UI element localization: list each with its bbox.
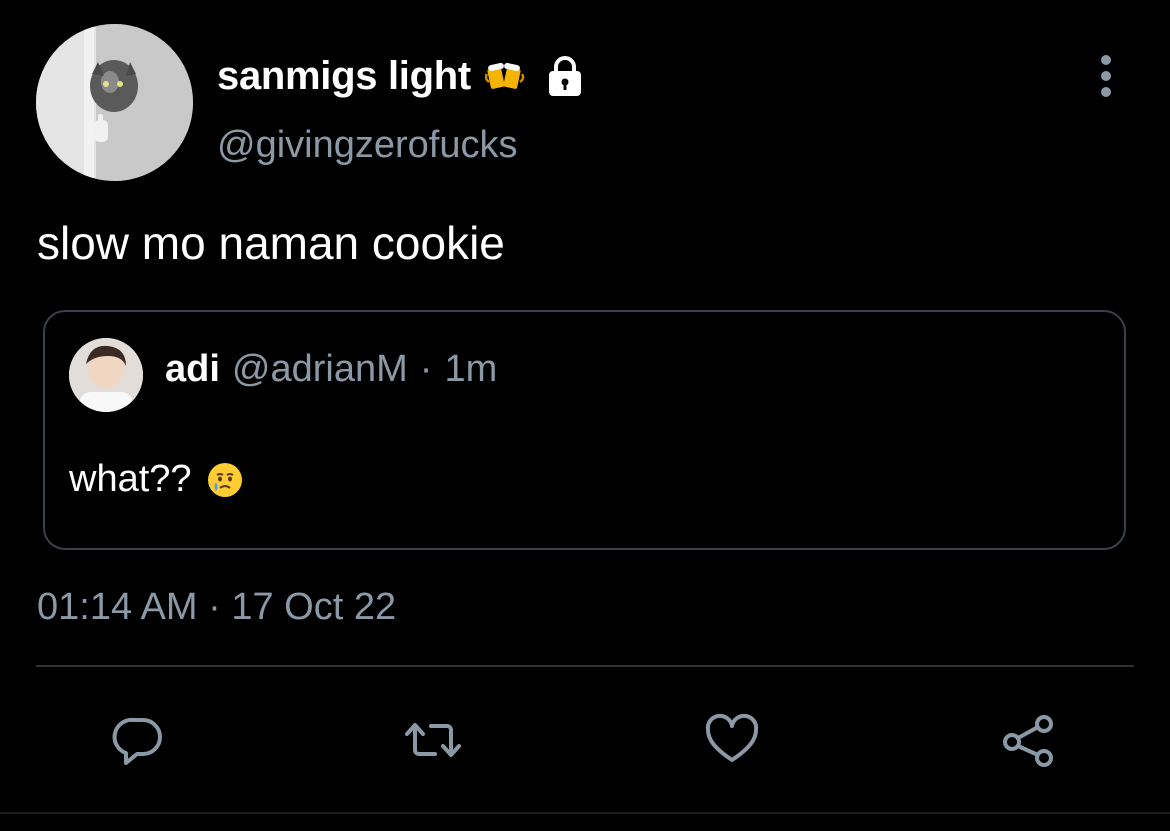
reply-button[interactable] [110, 712, 166, 768]
quoted-author-avatar[interactable] [69, 338, 143, 412]
tweet-timestamp[interactable]: 01:14 AM · 17 Oct 22 [37, 586, 396, 629]
quoted-tweet-time: 1m [444, 348, 498, 390]
lock-icon [543, 54, 587, 98]
author-handle[interactable]: @givingzerofucks [217, 124, 517, 167]
author-avatar[interactable] [36, 24, 193, 181]
like-button[interactable] [704, 712, 760, 768]
divider [36, 665, 1134, 667]
heart-icon [705, 713, 759, 762]
quoted-tweet-body: what?? [69, 458, 244, 501]
quoted-separator: · [419, 348, 433, 390]
quoted-tweet-text: what?? [69, 458, 192, 500]
face-holding-back-tears-emoji [206, 461, 244, 499]
retweet-icon [405, 723, 461, 757]
more-options-icon[interactable] [1094, 54, 1118, 98]
beer-mugs-emoji [484, 56, 525, 96]
retweet-button[interactable] [405, 712, 461, 768]
author-display-name[interactable]: sanmigs light [217, 54, 471, 99]
tweet-text: slow mo naman cookie [37, 217, 505, 269]
tweet-detail-view: sanmigs light @givingzerofucks slow mo n… [0, 0, 1170, 831]
reply-icon [112, 717, 162, 765]
quoted-author-handle: @adrianM [231, 348, 408, 390]
author-name-row: sanmigs light [217, 50, 587, 102]
share-icon [1003, 715, 1053, 767]
bottom-divider [0, 812, 1170, 814]
quoted-author-name[interactable]: adi [165, 348, 220, 391]
quoted-tweet-card[interactable]: adi @adrianM · 1m what?? [43, 310, 1126, 550]
quoted-tweet-header: adi @adrianM · 1m [165, 348, 497, 391]
share-button[interactable] [1000, 712, 1056, 768]
